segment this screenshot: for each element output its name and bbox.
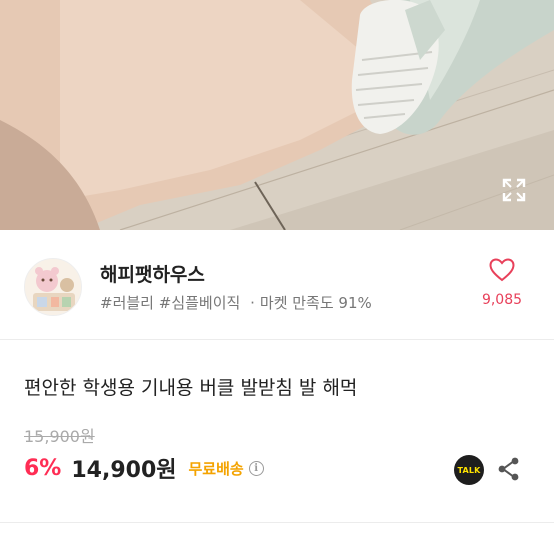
talk-label: TALK: [457, 465, 481, 475]
shop-avatar-image: [25, 259, 81, 315]
shop-name[interactable]: 해피팻하우스: [100, 260, 205, 287]
expand-icon: [502, 178, 526, 202]
satisfaction-text: 마켓 만족도 91%: [259, 294, 372, 312]
product-title: 편안한 학생용 기내용 버클 발받침 발 해먹: [24, 377, 358, 399]
sale-price: 14,900원: [71, 458, 177, 483]
talk-button[interactable]: TALK: [454, 455, 484, 485]
discount-rate: 6%: [24, 455, 62, 481]
section-divider: [0, 522, 554, 554]
product-photo-image: [0, 0, 554, 230]
share-icon: [498, 457, 519, 481]
free-shipping-label: 무료배송: [188, 459, 244, 478]
expand-button[interactable]: [496, 172, 532, 208]
info-icon[interactable]: i: [248, 460, 264, 476]
like-button[interactable]: 9,085: [472, 258, 532, 308]
like-count: 9,085: [481, 292, 523, 308]
tag-separator: ·: [250, 294, 255, 312]
free-shipping-badge[interactable]: 무료배송 i: [189, 458, 264, 479]
shop-tags: #러블리 #심플베이직 · 마켓 만족도 91%: [100, 292, 372, 313]
shop-tag-1: #러블리: [100, 294, 154, 312]
share-button[interactable]: [496, 456, 522, 482]
heart-outline-icon: [489, 258, 515, 282]
price-row: 6% 14,900원 무료배송 i: [24, 452, 264, 484]
original-price: 15,900원: [24, 427, 95, 446]
seller-section[interactable]: 해피팻하우스 #러블리 #심플베이직 · 마켓 만족도 91% 9,085: [0, 230, 554, 340]
shop-avatar[interactable]: [24, 258, 82, 316]
product-photo[interactable]: [0, 0, 554, 230]
shop-tag-2: #심플베이직: [158, 294, 241, 312]
